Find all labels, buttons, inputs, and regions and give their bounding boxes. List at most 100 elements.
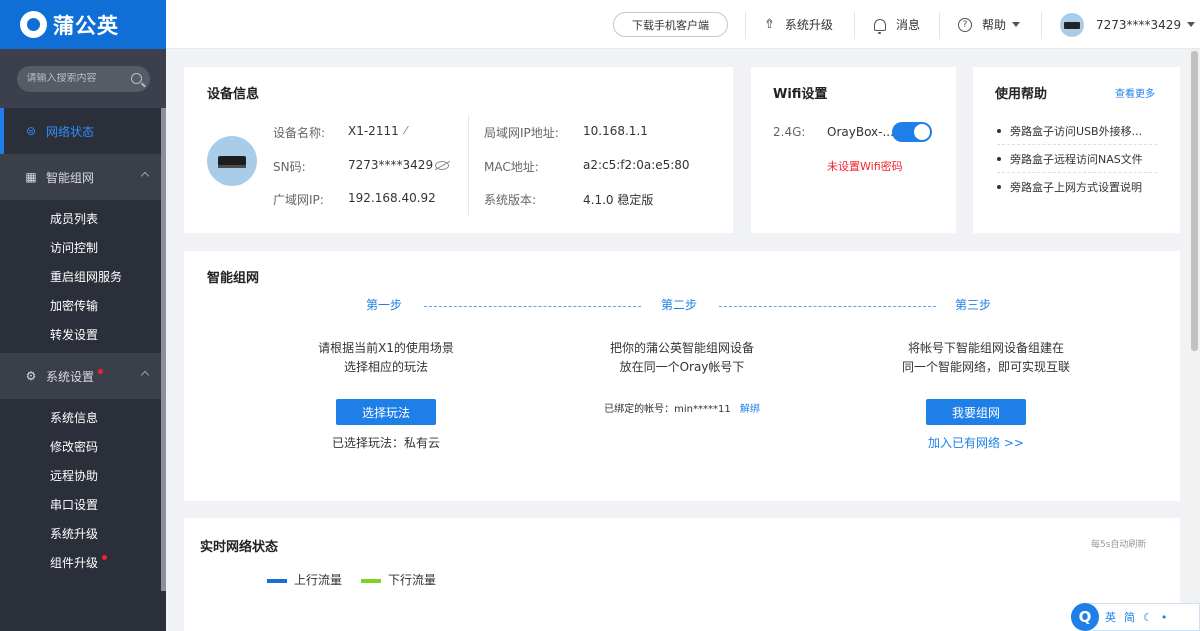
help-icon: ? [958, 17, 972, 32]
wifi-password-warning[interactable]: 未设置Wifi密码 [827, 158, 903, 174]
unbind-link[interactable]: 解绑 [740, 404, 760, 415]
help-menu-button[interactable]: ? 帮助 [958, 0, 1021, 49]
sidebar-search-box [16, 65, 150, 92]
help-label: 帮助 [982, 18, 1007, 32]
wifi-settings-card: Wifi设置 2.4G: OrayBox-... 未设置Wifi密码 [751, 67, 956, 233]
legend-upload-swatch [267, 578, 287, 583]
bound-account-text: 已绑定的帐号：min*****11 [604, 404, 731, 415]
edit-icon[interactable]: ⁄ [405, 124, 407, 137]
legend-download[interactable]: 下行流量 [361, 571, 436, 588]
sidebar-item-system-upgrade[interactable]: 系统升级 [0, 519, 166, 548]
gear-icon: ⚙ [25, 369, 37, 383]
account-name: 7273****3429 [1096, 17, 1182, 32]
help-list: 旁路盒子访问USB外接移... 旁路盒子远程访问NAS文件 旁路盒子上网方式设置… [997, 117, 1157, 201]
sidebar-item-serial-settings[interactable]: 串口设置 [0, 490, 166, 519]
main-scrollbar[interactable] [1188, 49, 1200, 631]
sidebar-item-network-status[interactable]: ⊜ 网络状态 [0, 108, 166, 154]
chevron-up-icon [140, 171, 150, 181]
brand-logo-icon [20, 11, 47, 38]
legend-download-label: 下行流量 [388, 573, 437, 587]
search-icon[interactable] [130, 73, 142, 84]
help-article-link[interactable]: 旁路盒子访问USB外接移... [997, 117, 1157, 145]
caret-down-icon [1012, 22, 1021, 27]
step-1-selected: 已选择玩法：私有云 [331, 436, 440, 450]
account-menu[interactable]: 7273****3429 [1060, 0, 1196, 49]
sidebar: 蒲公英 ⊜ 网络状态 ▦ 智能组网 成员列表 访问控制 重启组网服务 加密传输 … [0, 0, 166, 631]
sidebar-item-label: 智能组网 [46, 170, 95, 185]
moon-icon[interactable]: ☾ [1143, 611, 1153, 624]
device-image [207, 136, 257, 186]
help-article-link[interactable]: 旁路盒子远程访问NAS文件 [997, 145, 1157, 173]
choose-mode-button[interactable]: 选择玩法 [336, 399, 436, 425]
sidebar-item-component-upgrade[interactable]: 组件升级 [0, 548, 166, 577]
lan-ip-value: 10.168.1.1 [583, 124, 648, 138]
search-input[interactable] [26, 73, 131, 84]
refresh-note: 每5s自动刷新 [1091, 540, 1147, 550]
lan-ip-label: 局域网IP地址: [484, 126, 559, 140]
realtime-status-title: 实时网络状态 [200, 540, 279, 555]
legend-upload-label: 上行流量 [294, 573, 343, 587]
step-2-description: 把你的蒲公英智能组网设备 放在同一个Oray帐号下 [582, 339, 782, 377]
legend-download-swatch [361, 578, 381, 583]
device-info-title: 设备信息 [207, 87, 260, 102]
wifi-toggle[interactable] [892, 122, 932, 142]
step-1-line-2: 选择相应的玩法 [343, 360, 428, 374]
version-value: 4.1.0 稳定版 [583, 193, 654, 207]
download-app-button[interactable]: 下载手机客户端 [613, 12, 728, 37]
realtime-status-card: 实时网络状态 每5s自动刷新 上行流量 下行流量 [184, 518, 1180, 631]
ime-logo-icon[interactable]: Q [1071, 603, 1099, 631]
step-3-description: 将帐号下智能组网设备组建在 同一个智能网络，即可实现互联 [876, 339, 1096, 377]
ime-floating-widget[interactable]: Q 英 简 ☾ • [1071, 603, 1200, 631]
sidebar-scrollbar[interactable] [161, 108, 166, 631]
ime-simplified-toggle[interactable]: 简 [1124, 609, 1135, 625]
brand-name: 蒲公英 [53, 13, 119, 38]
step-2-label: 第二步 [661, 298, 698, 312]
step-3-label: 第三步 [955, 298, 992, 312]
version-label: 系统版本: [484, 193, 537, 207]
step-connector [424, 306, 641, 307]
avatar [1060, 12, 1084, 37]
sidebar-item-system-settings[interactable]: ⚙ 系统设置 [0, 353, 166, 399]
device-info-divider [468, 115, 469, 215]
system-upgrade-button[interactable]: ⇮ 系统升级 [764, 0, 833, 49]
brand-logo[interactable]: 蒲公英 [0, 0, 166, 49]
step-connector [719, 306, 936, 307]
system-settings-submenu: 系统信息 修改密码 远程协助 串口设置 系统升级 组件升级 [0, 399, 166, 581]
mac-label: MAC地址: [484, 160, 539, 174]
chevron-up-icon [140, 370, 150, 380]
help-title: 使用帮助 [995, 87, 1048, 102]
join-network-link[interactable]: 加入已有网络 >> [876, 434, 1076, 453]
ime-language-toggle[interactable]: 英 [1105, 609, 1116, 625]
messages-button[interactable]: 消息 [874, 0, 920, 49]
sidebar-item-forward-settings[interactable]: 转发设置 [0, 320, 166, 349]
sidebar-item-change-password[interactable]: 修改密码 [0, 432, 166, 461]
help-more-link[interactable]: 查看更多 [1115, 85, 1155, 100]
sidebar-item-restart-service[interactable]: 重启组网服务 [0, 262, 166, 291]
dot-icon[interactable]: • [1161, 611, 1168, 624]
smart-network-title: 智能组网 [207, 271, 260, 286]
eye-hidden-icon[interactable] [435, 161, 449, 170]
network-icon: ⊜ [25, 124, 37, 138]
legend-upload[interactable]: 上行流量 [267, 571, 342, 588]
sidebar-item-access-control[interactable]: 访问控制 [0, 233, 166, 262]
create-network-button[interactable]: 我要组网 [926, 399, 1026, 425]
sidebar-item-member-list[interactable]: 成员列表 [0, 204, 166, 233]
caret-down-icon [1187, 22, 1196, 27]
step-2-line-1: 把你的蒲公英智能组网设备 [609, 341, 754, 355]
wifi-band-label: 2.4G: [773, 125, 806, 139]
messages-label: 消息 [896, 18, 921, 32]
sidebar-item-remote-assist[interactable]: 远程协助 [0, 461, 166, 490]
sidebar-scrollbar-thumb[interactable] [161, 108, 166, 591]
system-upgrade-label: 系统升级 [784, 18, 833, 32]
step-3-line-1: 将帐号下智能组网设备组建在 [907, 341, 1064, 355]
help-card: 使用帮助 查看更多 旁路盒子访问USB外接移... 旁路盒子远程访问NAS文件 … [973, 67, 1180, 233]
sidebar-item-encrypted-transfer[interactable]: 加密传输 [0, 291, 166, 320]
notification-dot [98, 368, 104, 374]
rocket-icon: ⇮ [764, 17, 775, 32]
header-divider [1041, 12, 1042, 39]
sidebar-item-system-info[interactable]: 系统信息 [0, 403, 166, 432]
sidebar-item-smart-network[interactable]: ▦ 智能组网 [0, 154, 166, 200]
help-article-link[interactable]: 旁路盒子上网方式设置说明 [997, 173, 1157, 201]
notification-dot [102, 555, 108, 560]
main-scrollbar-thumb[interactable] [1191, 51, 1198, 351]
